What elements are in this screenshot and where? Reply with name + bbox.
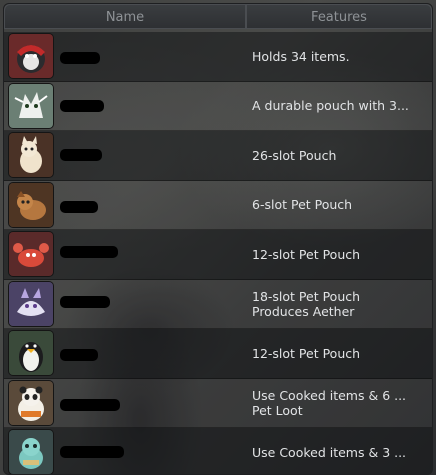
pet-name-redacted [60,149,102,161]
name-column-header[interactable]: Name [4,4,246,29]
pet-feature: 12-slot Pet Pouch [252,246,361,262]
table-row[interactable]: 12-slot Pet Pouch [4,329,432,379]
pet-feature: 6-slot Pet Pouch [252,197,353,213]
table-row[interactable]: 6-slot Pet Pouch [4,180,432,230]
teal-critter-icon [8,429,54,474]
penguin-icon [8,330,54,377]
table-row[interactable]: 18-slot Pet Pouch Produces Aether [4,279,432,329]
pet-name-redacted [60,295,110,308]
table-row[interactable]: Use Cooked items & 6 ... Pet Loot [4,378,432,428]
pet-feature: 26-slot Pouch [252,147,337,163]
red-crab-icon [8,231,54,278]
table-header: Name Features [4,4,432,31]
table-row[interactable]: 26-slot Pouch [4,131,432,181]
pet-feature: A durable pouch with 3... [252,98,409,114]
cream-cat-icon [8,132,54,179]
pet-name-redacted [60,200,98,213]
red-hood-penguin-icon [8,33,54,80]
table-row[interactable]: Use Cooked items & 3 ... [4,428,432,474]
pet-feature: Use Cooked items & 6 ... Pet Loot [252,387,407,418]
white-dragon-icon [8,82,54,129]
pet-list-panel: Name Features Holds 34 items. A durable … [3,3,433,475]
pet-feature: 12-slot Pet Pouch [252,345,361,361]
features-column-header[interactable]: Features [246,4,432,29]
pet-feature: 18-slot Pet Pouch Produces Aether [252,288,361,319]
table-row[interactable]: A durable pouch with 3... [4,81,432,131]
pet-name-redacted [60,349,98,361]
pet-name-redacted [60,99,104,112]
pet-name-redacted [60,246,118,258]
table-row[interactable]: Holds 34 items. [4,32,432,82]
pet-feature: Holds 34 items. [252,48,350,64]
pet-name-redacted [60,398,120,411]
purple-wolf-icon [8,280,54,327]
brown-pup-icon [8,181,54,228]
pet-name-redacted [60,52,100,64]
panda-cook-icon [8,379,54,426]
pet-rows: Holds 34 items. A durable pouch with 3..… [4,32,432,474]
pet-feature: Use Cooked items & 3 ... [252,444,407,460]
table-row[interactable]: 12-slot Pet Pouch [4,230,432,280]
pet-name-redacted [60,446,124,458]
